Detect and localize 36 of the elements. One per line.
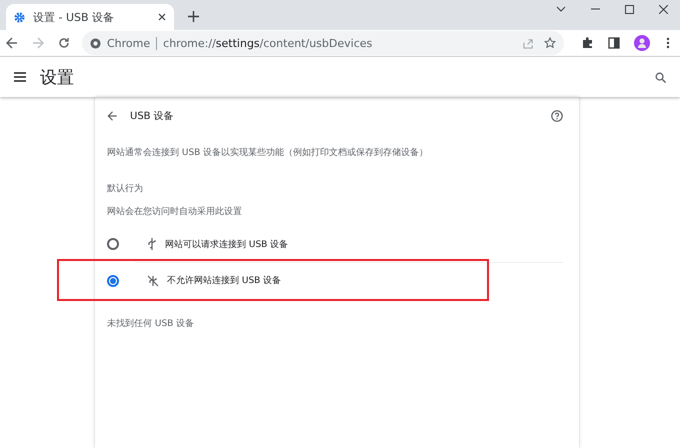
tab-title: 设置 - USB 设备: [33, 10, 116, 24]
back-icon[interactable]: [6, 37, 18, 49]
close-icon[interactable]: [158, 13, 166, 21]
settings-title: 设置: [40, 66, 75, 88]
star-icon[interactable]: [544, 37, 556, 49]
empty-message: 未找到任何 USB 设备: [107, 318, 196, 330]
puzzle-icon[interactable]: [582, 37, 594, 49]
side-panel-icon[interactable]: [608, 37, 620, 49]
usb-icon: [147, 238, 157, 250]
option-label: 网站可以请求连接到 USB 设备: [165, 238, 288, 250]
url-text: chrome://settings/content/usbDevices: [163, 36, 374, 50]
avatar-icon[interactable]: [634, 35, 650, 51]
help-icon[interactable]: [551, 110, 563, 122]
radio-button[interactable]: [107, 274, 119, 286]
menu-icon[interactable]: [666, 37, 670, 49]
new-tab-icon[interactable]: [188, 10, 198, 22]
menu-icon[interactable]: [14, 72, 26, 82]
browser-tab[interactable]: 设置 - USB 设备: [6, 4, 174, 30]
reload-icon[interactable]: [58, 37, 70, 49]
address-bar[interactable]: Chrome chrome://settings/content/usbDevices: [82, 31, 564, 55]
section-heading: 默认行为: [107, 183, 144, 195]
search-icon[interactable]: [655, 72, 666, 82]
chrome-icon: [90, 38, 101, 48]
maximize-icon[interactable]: [624, 4, 634, 14]
site-chip: Chrome: [107, 36, 158, 50]
close-icon[interactable]: [658, 4, 668, 14]
gear-icon: [14, 12, 25, 22]
option-label: 不允许网站连接到 USB 设备: [167, 274, 282, 287]
radio-button[interactable]: [107, 238, 119, 250]
page-title: USB 设备: [130, 110, 175, 123]
chevron-down-icon[interactable]: [556, 6, 566, 12]
back-icon[interactable]: [107, 111, 118, 121]
section-note: 网站会在您访问时自动采用此设置: [107, 206, 243, 218]
usb-off-icon: [147, 274, 159, 286]
description-text: 网站通常会连接到 USB 设备以实现某些功能（例如打印文档或保存到存储设备）: [107, 147, 430, 159]
minimize-icon[interactable]: [590, 8, 600, 10]
